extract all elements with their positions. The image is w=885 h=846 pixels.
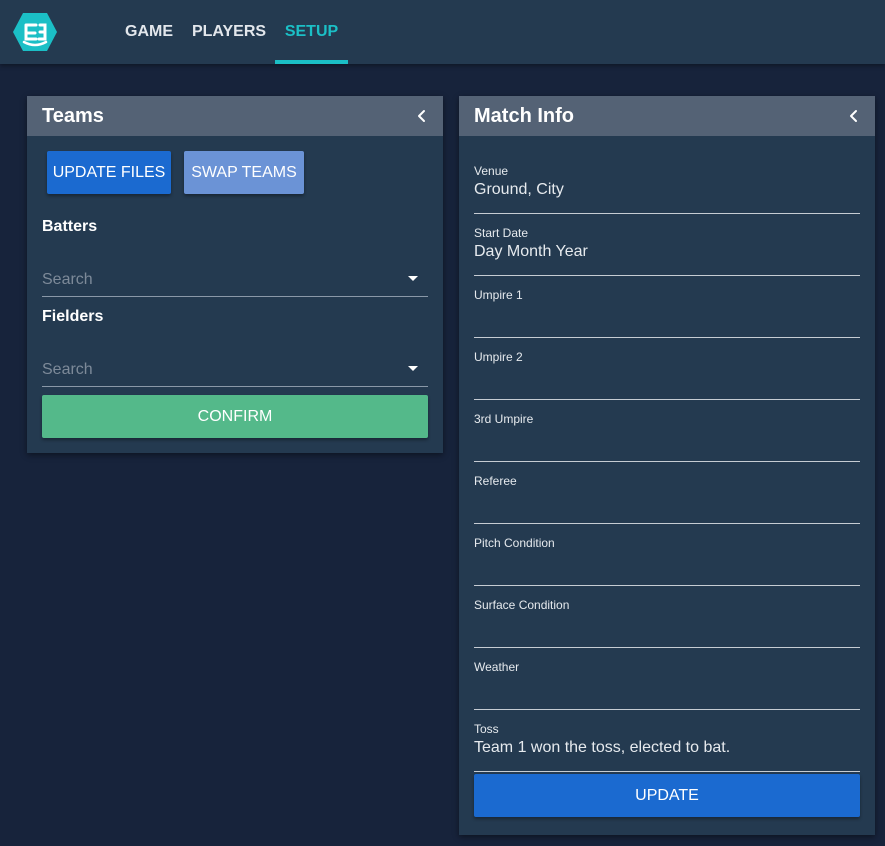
caret-down-icon[interactable] xyxy=(408,366,418,371)
fielders-label: Fielders xyxy=(42,308,104,325)
referee-label: Referee xyxy=(474,474,517,488)
teams-panel: Teams UPDATE FILES SWAP TEAMS Batters Se… xyxy=(27,96,443,453)
match-info-panel: Match Info Venue Ground, City Start Date… xyxy=(459,96,875,835)
chevron-left-icon[interactable] xyxy=(847,109,861,123)
toss-label: Toss xyxy=(474,722,499,736)
venue-input[interactable]: Ground, City xyxy=(474,181,564,199)
umpire-1-field[interactable]: Umpire 1 xyxy=(474,288,860,338)
pitch-condition-field[interactable]: Pitch Condition xyxy=(474,536,860,586)
batters-search-select[interactable]: Search xyxy=(42,261,428,297)
weather-field[interactable]: Weather xyxy=(474,660,860,710)
top-nav-bar: GAME PLAYERS SETUP xyxy=(0,0,885,64)
start-date-input[interactable]: Day Month Year xyxy=(474,243,588,261)
tab-game[interactable]: GAME xyxy=(118,0,180,64)
update-files-button[interactable]: UPDATE FILES xyxy=(47,151,171,194)
umpire-1-label: Umpire 1 xyxy=(474,288,523,302)
tab-setup[interactable]: SETUP xyxy=(275,0,348,64)
logo-icon[interactable] xyxy=(12,12,58,52)
toss-input[interactable]: Team 1 won the toss, elected to bat. xyxy=(474,739,730,757)
umpire-2-field[interactable]: Umpire 2 xyxy=(474,350,860,400)
swap-teams-button[interactable]: SWAP TEAMS xyxy=(184,151,304,194)
chevron-left-icon[interactable] xyxy=(415,109,429,123)
batters-search-placeholder: Search xyxy=(42,271,93,288)
start-date-field[interactable]: Start Date Day Month Year xyxy=(474,226,860,276)
third-umpire-field[interactable]: 3rd Umpire xyxy=(474,412,860,462)
venue-label: Venue xyxy=(474,164,509,178)
match-info-panel-header: Match Info xyxy=(459,96,875,136)
fielders-search-placeholder: Search xyxy=(42,361,93,378)
teams-panel-header: Teams xyxy=(27,96,443,136)
pitch-condition-label: Pitch Condition xyxy=(474,536,555,550)
toss-field[interactable]: Toss Team 1 won the toss, elected to bat… xyxy=(474,722,860,772)
tab-players[interactable]: PLAYERS xyxy=(187,0,271,64)
update-button[interactable]: UPDATE xyxy=(474,774,860,817)
match-info-panel-title: Match Info xyxy=(474,105,574,127)
surface-condition-field[interactable]: Surface Condition xyxy=(474,598,860,648)
umpire-2-label: Umpire 2 xyxy=(474,350,523,364)
venue-field[interactable]: Venue Ground, City xyxy=(474,164,860,214)
surface-condition-label: Surface Condition xyxy=(474,598,570,612)
fielders-search-select[interactable]: Search xyxy=(42,351,428,387)
confirm-button[interactable]: CONFIRM xyxy=(42,395,428,438)
teams-panel-title: Teams xyxy=(42,105,104,127)
referee-field[interactable]: Referee xyxy=(474,474,860,524)
caret-down-icon[interactable] xyxy=(408,276,418,281)
start-date-label: Start Date xyxy=(474,226,529,240)
weather-label: Weather xyxy=(474,660,520,674)
batters-label: Batters xyxy=(42,218,98,235)
third-umpire-label: 3rd Umpire xyxy=(474,412,534,426)
